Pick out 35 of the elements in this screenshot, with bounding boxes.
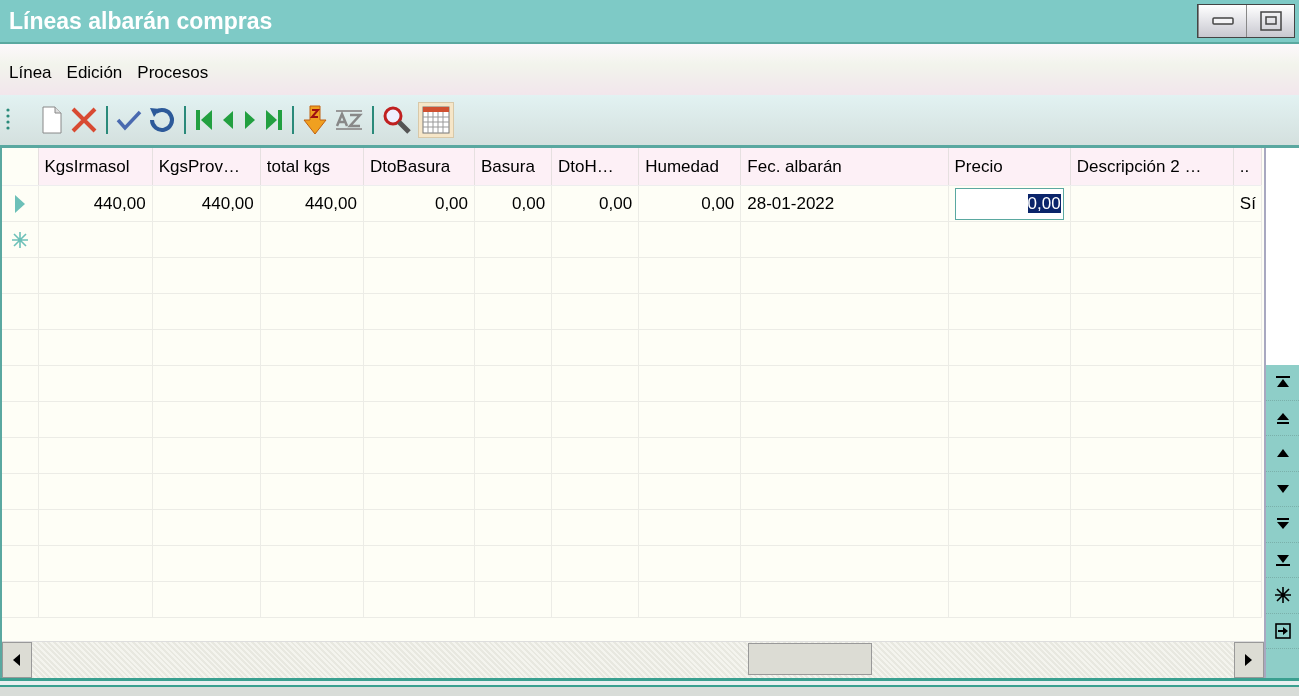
table-cell: 440,00 [304,193,357,213]
scroll-left-icon[interactable] [2,642,32,678]
table-icon[interactable] [418,102,454,138]
menu-item[interactable]: Edición [66,62,123,83]
table-cell: 0,00 [701,193,735,213]
maximize-button[interactable] [1246,5,1294,37]
menu-item[interactable]: Procesos [137,62,209,83]
maximize-icon [1259,11,1282,31]
column-header[interactable]: DtoBasura [363,148,475,186]
scroll-thumb[interactable] [748,643,872,675]
window-title: Líneas albarán compras [9,7,273,35]
table-cell: Sí [1239,193,1256,213]
table-cell: 440,00 [93,193,146,213]
column-header[interactable]: DtoH… [551,148,639,186]
column-header[interactable]: Fec. albarán [740,148,949,186]
menu-item[interactable]: Línea [9,62,52,83]
table-cell: 28-01-2022 [747,193,835,213]
table-cell: 440,00 [201,193,254,213]
column-header[interactable]: Precio [948,148,1071,186]
minimize-button[interactable] [1198,5,1246,37]
column-header[interactable]: Humedad [638,148,741,186]
column-header[interactable]: .. [1233,148,1262,186]
table-cell: 0,00 [434,193,468,213]
column-header[interactable]: Descripción 2 … [1070,148,1234,186]
column-header[interactable]: KgsIrmasol [38,148,153,186]
cell-editor[interactable]: 0,00 [954,187,1064,220]
table-cell: 0,00 [512,193,546,213]
column-header[interactable]: KgsProv… [152,148,261,186]
sort-arrow-icon[interactable] [302,103,328,137]
column-header[interactable]: Basura [474,148,552,186]
horizontal-scrollbar[interactable] [2,641,1264,678]
column-header[interactable]: total kgs [260,148,364,186]
scroll-right-icon[interactable] [1234,642,1264,678]
minimize-icon [1211,16,1234,26]
table-cell: 0,00 [599,193,633,213]
